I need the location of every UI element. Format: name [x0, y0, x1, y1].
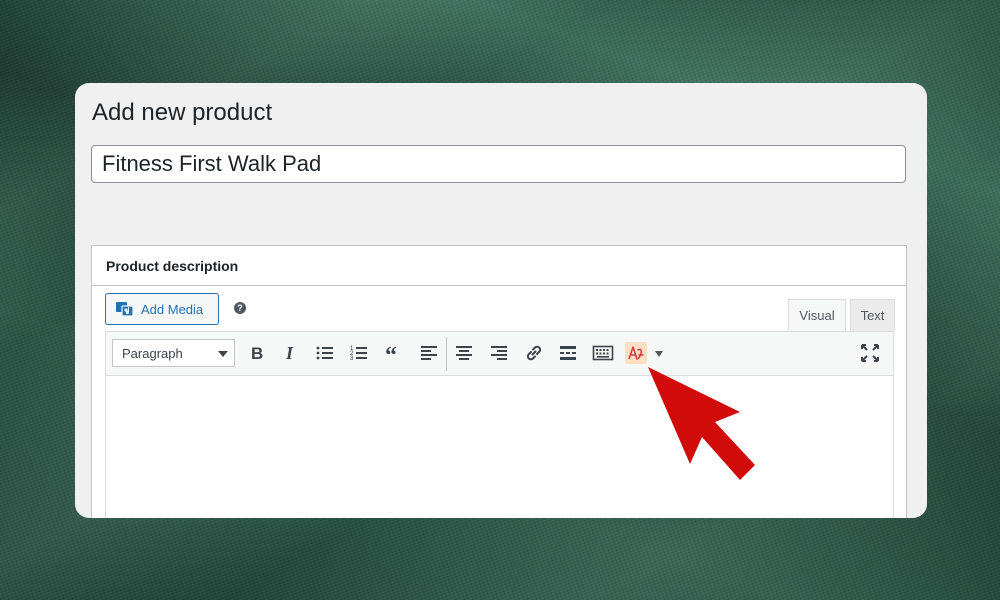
tab-text[interactable]: Text — [850, 299, 895, 331]
red-arrow-pointer-icon — [648, 367, 755, 480]
product-title-input[interactable] — [91, 145, 906, 183]
blockquote-icon: “ — [385, 343, 397, 365]
align-right-button[interactable] — [487, 341, 511, 365]
page-title: Add new product — [92, 99, 273, 126]
link-button[interactable] — [522, 341, 546, 365]
add-media-label: Add Media — [141, 301, 204, 317]
svg-text:B: B — [251, 344, 263, 363]
read-more-button[interactable] — [556, 341, 580, 365]
bulleted-list-button[interactable] — [313, 341, 337, 365]
svg-text:I: I — [285, 343, 294, 363]
bold-button[interactable]: B — [244, 341, 268, 365]
editor-tools: Add Media ? Visual Text — [92, 286, 906, 331]
align-right-icon — [491, 346, 507, 360]
add-media-button[interactable]: Add Media — [105, 293, 219, 325]
text-style-plugin-button[interactable] — [625, 342, 647, 364]
toolbar-toggle-icon — [592, 345, 614, 361]
align-left-icon — [421, 346, 437, 360]
align-center-icon — [456, 346, 472, 360]
bulleted-list-icon — [316, 346, 333, 360]
editor-toolbar: Paragraph B I 1 2 3 “ — [105, 331, 894, 376]
product-description-box: Product description Add Media ? Visual T… — [91, 245, 907, 518]
link-icon — [526, 345, 542, 361]
italic-button[interactable]: I — [278, 341, 302, 365]
product-description-heading: Product description — [92, 246, 906, 286]
dropdown-caret-icon[interactable] — [655, 351, 663, 357]
svg-text:“: “ — [385, 343, 397, 365]
blockquote-button[interactable]: “ — [382, 341, 406, 365]
numbered-list-button[interactable]: 1 2 3 — [347, 341, 371, 365]
toolbar-separator — [446, 337, 447, 371]
align-left-button[interactable] — [417, 341, 441, 365]
svg-text:3: 3 — [350, 356, 354, 362]
toolbar-toggle-button[interactable] — [591, 341, 615, 365]
numbered-list-icon: 1 2 3 — [350, 346, 367, 362]
italic-icon: I — [285, 343, 294, 363]
help-icon[interactable]: ? — [234, 302, 246, 314]
add-media-icon — [116, 302, 134, 317]
align-center-button[interactable] — [452, 341, 476, 365]
chevron-down-icon — [218, 351, 228, 357]
editor-content-area[interactable] — [105, 376, 894, 518]
editor-card: Add new product Product description Add … — [75, 83, 927, 518]
format-select[interactable]: Paragraph — [112, 339, 235, 367]
fullscreen-button[interactable] — [858, 341, 882, 365]
text-style-plugin-icon — [628, 346, 644, 360]
read-more-icon — [560, 346, 576, 360]
tab-visual[interactable]: Visual — [788, 299, 846, 331]
fullscreen-icon — [861, 344, 879, 362]
format-select-value: Paragraph — [122, 346, 183, 361]
bold-icon: B — [251, 344, 263, 363]
